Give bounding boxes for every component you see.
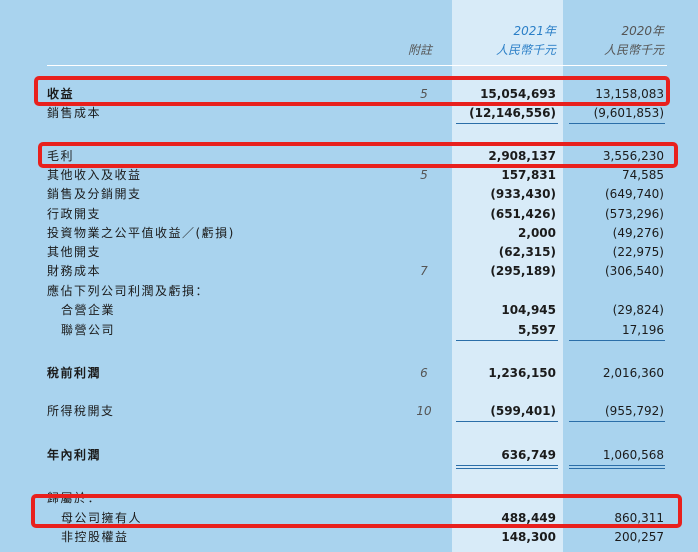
row-label: 其他收入及收益 (47, 168, 142, 182)
row-label: 投資物業之公平值收益／(虧損) (47, 226, 235, 240)
row-value-2021: (651,426) (490, 207, 556, 221)
row-value-2020: (22,975) (612, 245, 664, 259)
header-unit-2021: 人民幣千元 (495, 43, 556, 57)
subtotal-rule (456, 123, 558, 124)
subtotal-rule (456, 421, 558, 422)
highlight-box-revenue (34, 76, 670, 106)
row-label: 合營企業 (61, 303, 116, 317)
row-value-2020: 74,585 (622, 168, 664, 182)
row-value-2020: 2,016,360 (602, 366, 664, 380)
row-value-2020: 17,196 (622, 323, 664, 337)
row-value-2021: 157,831 (501, 168, 556, 182)
header-unit-2020: 人民幣千元 (603, 43, 664, 57)
row-label: 稅前利潤 (47, 366, 102, 380)
row-value-2020: (9,601,853) (593, 106, 664, 120)
subtotal-rule (569, 123, 665, 124)
row-label: 其他開支 (47, 245, 102, 259)
total-rule (456, 468, 558, 469)
row-value-2021: 148,300 (501, 530, 556, 544)
subtotal-rule (456, 340, 558, 341)
row-value-2020: (649,740) (605, 187, 664, 201)
total-rule (569, 468, 665, 469)
row-note: 10 (416, 404, 432, 418)
header-rule (47, 65, 667, 66)
header-year-2021: 2021年 (513, 24, 556, 38)
row-value-2021: (295,189) (490, 264, 556, 278)
row-value-2020: 1,060,568 (602, 448, 664, 462)
row-value-2021: 636,749 (501, 448, 556, 462)
row-label: 銷售成本 (47, 106, 102, 120)
highlight-box-attributable (31, 494, 682, 528)
row-value-2020: (573,296) (605, 207, 664, 221)
row-value-2021: (62,315) (498, 245, 556, 259)
row-note: 5 (420, 168, 428, 182)
row-value-2021: 1,236,150 (488, 366, 556, 380)
row-value-2021: 104,945 (501, 303, 556, 317)
row-value-2020: (306,540) (605, 264, 664, 278)
row-label: 行政開支 (47, 207, 102, 221)
row-note: 6 (420, 366, 428, 380)
subtotal-rule (569, 340, 665, 341)
total-rule (569, 465, 665, 466)
row-label: 所得稅開支 (47, 404, 115, 418)
header-note: 附註 (408, 43, 433, 57)
row-value-2021: (12,146,556) (469, 106, 556, 120)
row-value-2021: (599,401) (490, 404, 556, 418)
row-label: 聯營公司 (61, 323, 116, 337)
row-label: 財務成本 (47, 264, 102, 278)
row-value-2021: 2,000 (518, 226, 556, 240)
row-value-2021: (933,430) (490, 187, 556, 201)
highlight-box-gross-profit (38, 142, 678, 168)
row-label: 應佔下列公司利潤及虧損： (47, 284, 210, 298)
row-value-2020: (955,792) (605, 404, 664, 418)
row-label: 非控股權益 (61, 530, 129, 544)
row-note: 7 (420, 264, 428, 278)
row-label: 年內利潤 (47, 448, 102, 462)
header-year-2020: 2020年 (621, 24, 664, 38)
subtotal-rule (569, 421, 665, 422)
row-value-2020: (49,276) (612, 226, 664, 240)
row-value-2020: (29,824) (612, 303, 664, 317)
row-value-2020: 200,257 (614, 530, 664, 544)
row-value-2021: 5,597 (518, 323, 556, 337)
row-label: 銷售及分銷開支 (47, 187, 142, 201)
total-rule (456, 465, 558, 466)
